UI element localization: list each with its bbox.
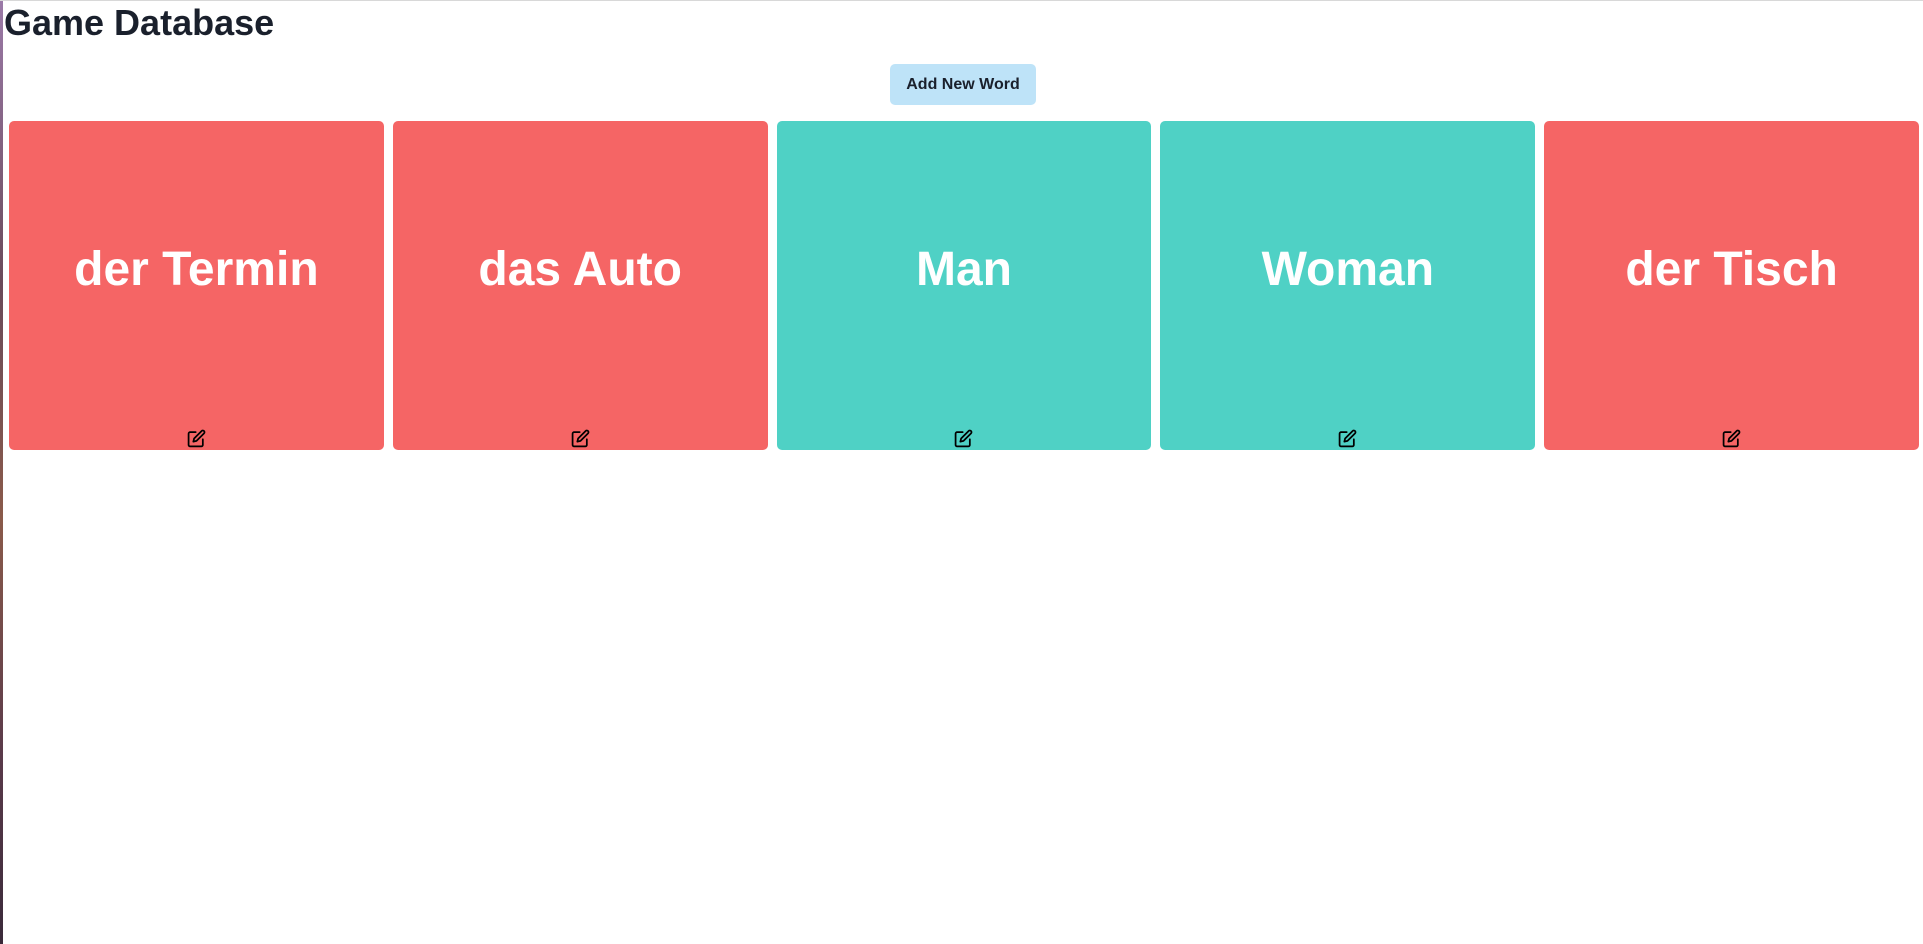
card-word: der Termin: [74, 243, 319, 296]
word-card[interactable]: der Termin: [9, 121, 384, 450]
word-card[interactable]: Woman: [1160, 121, 1536, 450]
card-word: Woman: [1261, 243, 1435, 296]
edit-icon[interactable]: [569, 427, 591, 449]
card-word: das Auto: [478, 243, 682, 296]
page-title: Game Database: [4, 2, 275, 43]
edit-icon[interactable]: [185, 427, 207, 449]
card-word: der Tisch: [1625, 243, 1838, 296]
page-container: Game Database Add New Word der Termin da…: [3, 1, 1923, 944]
edit-icon[interactable]: [1721, 427, 1743, 449]
word-card[interactable]: Man: [776, 121, 1152, 450]
word-card[interactable]: der Tisch: [1544, 121, 1919, 450]
edit-icon[interactable]: [953, 427, 975, 449]
add-new-word-button[interactable]: Add New Word: [890, 64, 1036, 105]
word-card-grid: der Termin das Auto Man Woman der Tisch: [9, 121, 1919, 451]
edit-icon[interactable]: [1337, 427, 1359, 449]
card-word: Man: [915, 243, 1012, 296]
word-card[interactable]: das Auto: [392, 121, 768, 450]
